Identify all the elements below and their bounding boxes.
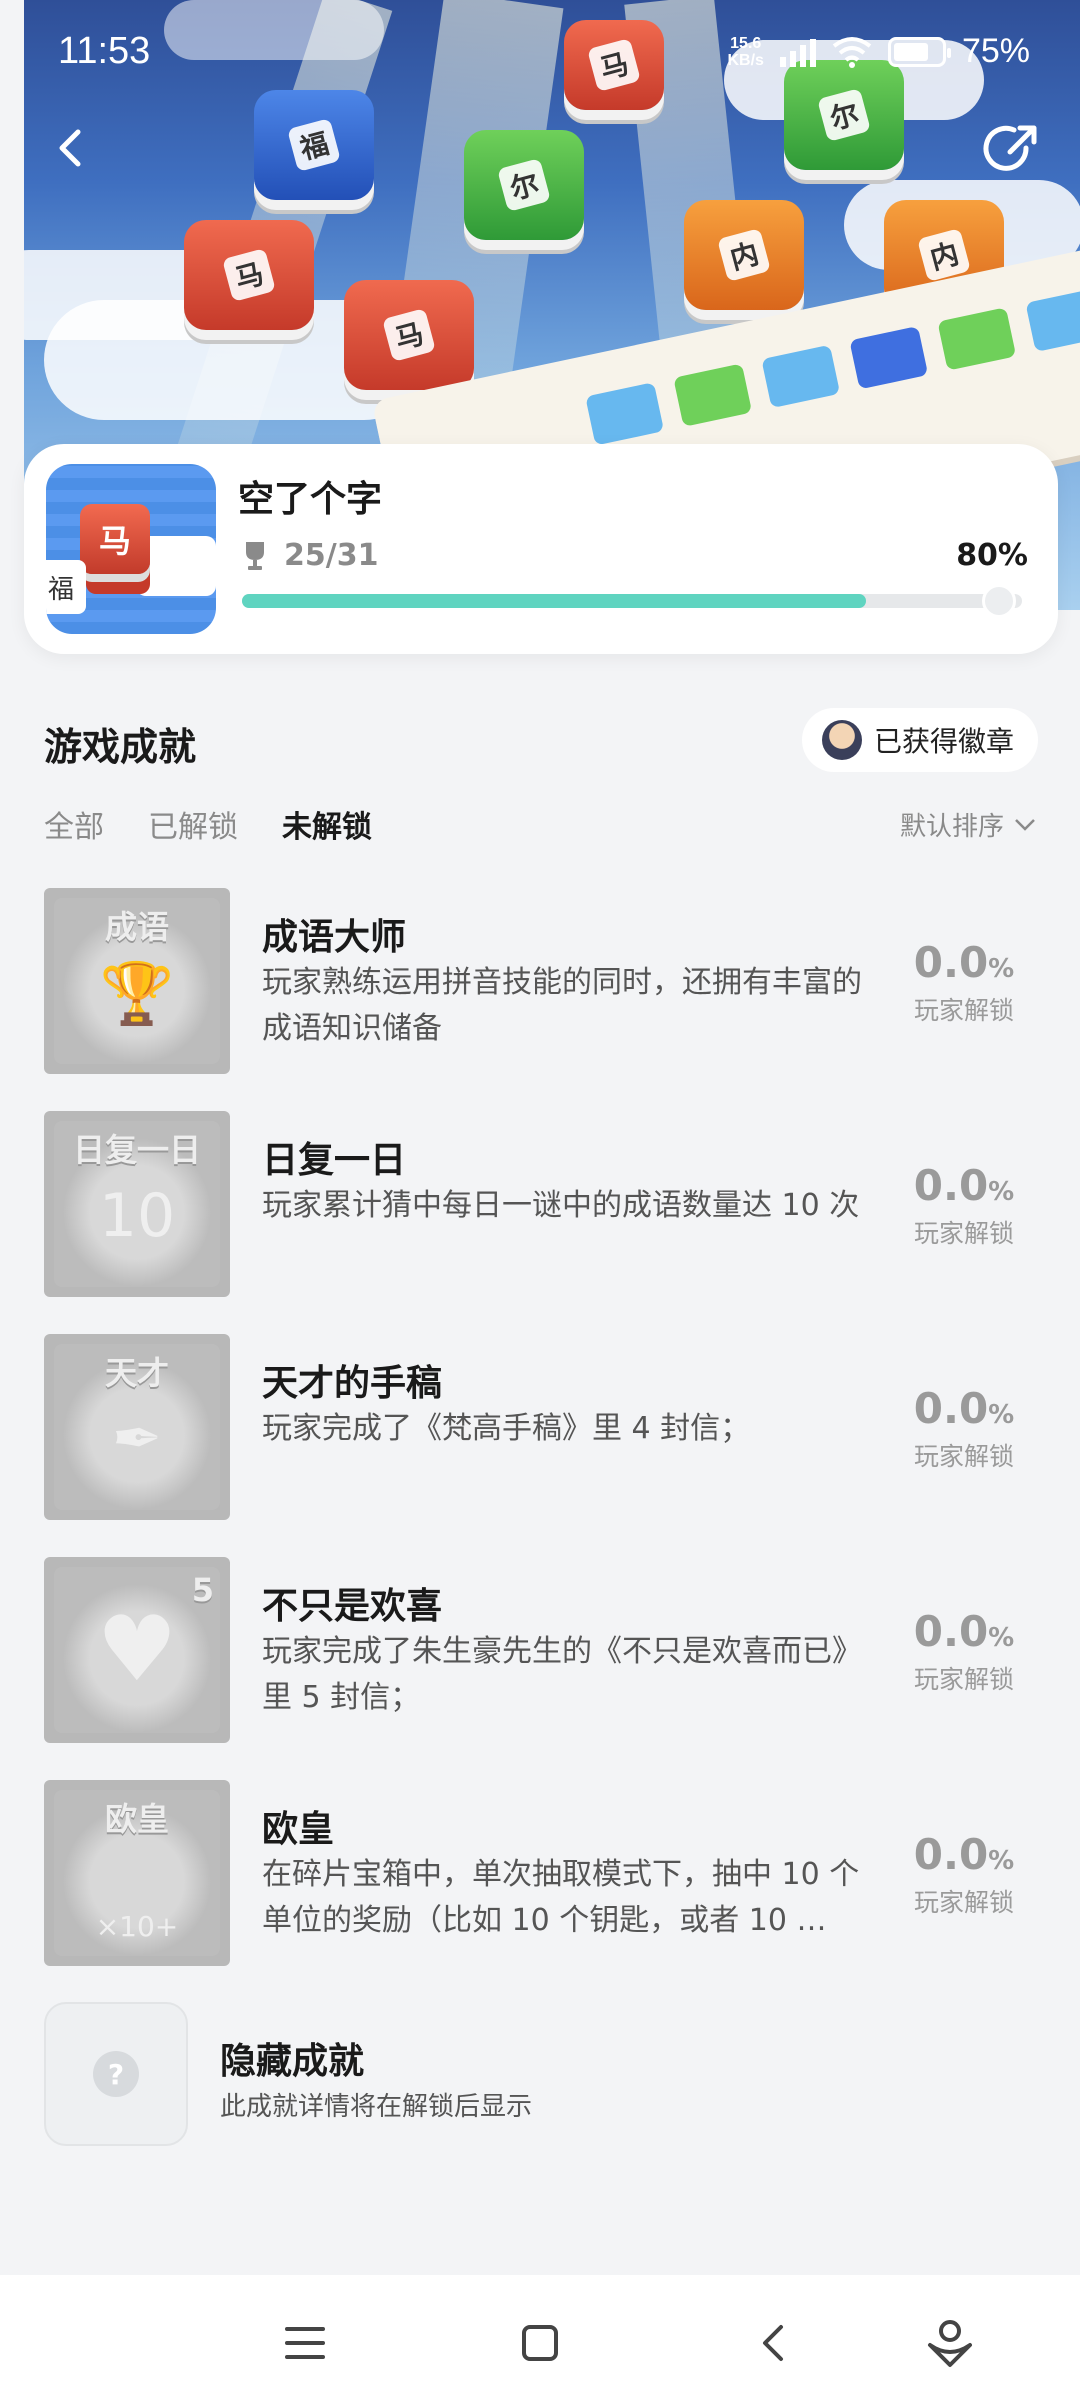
achievement-title: 欧皇 <box>262 1809 335 1850</box>
achievement-title: 不只是欢喜 <box>262 1586 443 1627</box>
progress-end-icon <box>982 584 1016 618</box>
status-bar: 11:53 15.6 KB/s 75% <box>0 0 1080 110</box>
hidden-achievement: ? 隐藏成就 此成就详情将在解锁后显示 <box>0 2002 1080 2152</box>
achievement-thumbnail: 5 ♥ <box>44 1557 230 1743</box>
list-item[interactable]: 日复一日 10 日复一日 玩家累计猜中每日一谜中的成语数量达 10 次 0.0%… <box>0 1111 1080 1334</box>
achievement-title: 天才的手稿 <box>262 1363 443 1404</box>
chevron-down-icon <box>1015 818 1035 831</box>
achievement-stat: 0.0% 玩家解锁 <box>913 938 1015 1025</box>
progress-fill <box>242 594 866 608</box>
achievement-title: 日复一日 <box>262 1140 407 1181</box>
list-item[interactable]: 成语 🏆 成语大师 玩家熟练运用拼音技能的同时，还拥有丰富的成语知识储备 0.0… <box>0 888 1080 1111</box>
game-icon: 马 福 <box>46 464 216 634</box>
achievement-stat: 0.0% 玩家解锁 <box>913 1607 1015 1694</box>
hidden-title: 隐藏成就 <box>220 2041 365 2082</box>
achievement-desc: 玩家完成了朱生豪先生的《不只是欢喜而已》里 5 封信； <box>262 1634 862 1715</box>
home-icon[interactable] <box>510 2313 570 2373</box>
achievement-title: 成语大师 <box>262 917 407 958</box>
back-nav-icon[interactable] <box>745 2313 805 2373</box>
list-item[interactable]: 5 ♥ 不只是欢喜 玩家完成了朱生豪先生的《不只是欢喜而已》里 5 封信； 0.… <box>0 1557 1080 1780</box>
back-icon[interactable] <box>40 118 100 178</box>
badge-avatar-icon <box>821 720 862 760</box>
menu-icon[interactable] <box>275 2313 335 2373</box>
achievement-desc: 玩家累计猜中每日一谜中的成语数量达 10 次 <box>262 1188 860 1223</box>
system-nav-bar <box>0 2275 1080 2401</box>
achievement-stat: 0.0% 玩家解锁 <box>913 1161 1015 1248</box>
share-icon[interactable] <box>980 118 1044 182</box>
achievement-progress-count: 25/31 <box>284 538 379 573</box>
earned-badges-button[interactable]: 已获得徽章 <box>801 708 1038 772</box>
game-title: 空了个字 <box>238 479 383 520</box>
hidden-thumbnail: ? <box>44 2002 188 2146</box>
list-item[interactable]: 天才 ✒ 天才的手稿 玩家完成了《梵高手稿》里 4 封信； 0.0% 玩家解锁 <box>0 1334 1080 1557</box>
net-speed: 15.6 KB/s <box>727 34 764 69</box>
filter-tabs: 全部 已解锁 未解锁 <box>44 802 372 846</box>
hidden-desc: 此成就详情将在解锁后显示 <box>220 2092 533 2122</box>
achievement-thumbnail: 欧皇 ×10+ <box>44 1780 230 1966</box>
wifi-icon <box>832 36 872 68</box>
status-time: 11:53 <box>58 30 151 72</box>
tab-unlocked[interactable]: 已解锁 <box>148 802 238 846</box>
tab-locked[interactable]: 未解锁 <box>282 802 372 846</box>
achievement-desc: 在碎片宝箱中，单次抽取模式下，抽中 10 个单位的奖励（比如 10 个钥匙，或者… <box>262 1857 860 1938</box>
achievement-desc: 玩家熟练运用拼音技能的同时，还拥有丰富的成语知识储备 <box>262 965 862 1046</box>
achievement-list: 成语 🏆 成语大师 玩家熟练运用拼音技能的同时，还拥有丰富的成语知识储备 0.0… <box>0 888 1080 2003</box>
achievement-thumbnail: 天才 ✒ <box>44 1334 230 1520</box>
achievement-stat: 0.0% 玩家解锁 <box>913 1830 1015 1917</box>
achievement-stat: 0.0% 玩家解锁 <box>913 1384 1015 1471</box>
trophy-icon <box>246 542 264 570</box>
tab-all[interactable]: 全部 <box>44 802 104 846</box>
sort-dropdown[interactable]: 默认排序 <box>900 806 1036 843</box>
assistant-icon[interactable] <box>920 2313 980 2373</box>
section-title: 游戏成就 <box>44 725 197 769</box>
battery-percent: 75% <box>961 32 1030 70</box>
question-icon: ? <box>93 2051 139 2097</box>
achievement-thumbnail: 成语 🏆 <box>44 888 230 1074</box>
progress-bar <box>242 584 1022 618</box>
game-card: 马 福 空了个字 25/31 80% <box>24 444 1058 654</box>
achievement-thumbnail: 日复一日 10 <box>44 1111 230 1297</box>
list-item[interactable]: 欧皇 ×10+ 欧皇 在碎片宝箱中，单次抽取模式下，抽中 10 个单位的奖励（比… <box>0 1780 1080 2003</box>
achievement-desc: 玩家完成了《梵高手稿》里 4 封信； <box>262 1411 751 1446</box>
battery-icon <box>887 36 951 67</box>
achievement-progress-percent: 80% <box>956 538 1028 573</box>
signal-icon <box>779 37 816 67</box>
